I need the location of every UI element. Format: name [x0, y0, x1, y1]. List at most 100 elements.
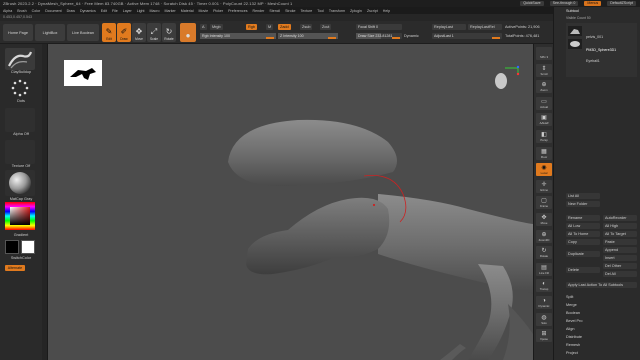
view-gizmo-button[interactable]: ✛ Gizmo: [536, 179, 552, 193]
visible-count[interactable]: Visible Count 50: [566, 16, 591, 20]
append-button[interactable]: Append: [603, 247, 637, 253]
view-transp-button[interactable]: ◐ Transp: [536, 279, 552, 293]
lightbox-button[interactable]: LightBox: [35, 24, 65, 41]
menu-zplugin[interactable]: Zplugin: [350, 9, 362, 13]
menu-material[interactable]: Material: [181, 9, 194, 13]
menu-document[interactable]: Document: [45, 9, 61, 13]
paste-button[interactable]: Paste: [603, 239, 637, 245]
brush-thumbnail[interactable]: [5, 48, 35, 70]
view-spix-3-button[interactable]: SPix 3: [536, 47, 552, 60]
boolean-section[interactable]: Boolean: [566, 311, 580, 315]
merge-section[interactable]: Merge: [566, 303, 577, 307]
viewport-canvas[interactable]: [48, 44, 533, 360]
axis-gizmo-icon[interactable]: [505, 67, 519, 74]
view-line-fill-button[interactable]: ▤ Line Fill: [536, 262, 552, 276]
all-low-button[interactable]: All Low: [566, 223, 600, 229]
menu-light[interactable]: Light: [137, 9, 145, 13]
insert-button[interactable]: Insert: [603, 255, 637, 261]
a-toggle[interactable]: A: [200, 24, 207, 30]
subtool-thumb-2[interactable]: [568, 39, 582, 49]
quicksave-button[interactable]: QuickSave: [520, 1, 544, 6]
secondary-color-swatch[interactable]: [21, 240, 35, 254]
view-floor-button[interactable]: ▦ Floor: [536, 146, 552, 160]
menu-file[interactable]: File: [112, 9, 118, 13]
subtool-item-pelvis[interactable]: pelvis_001: [586, 35, 603, 39]
menu-zscript[interactable]: Zscript: [367, 9, 378, 13]
view-persp-button[interactable]: ◧ Persp: [536, 130, 552, 143]
align-section[interactable]: Align: [566, 327, 574, 331]
material-thumbnail[interactable]: [5, 170, 35, 196]
menu-preferences[interactable]: Preferences: [228, 9, 247, 13]
see-through-slider[interactable]: See-through 0: [549, 1, 579, 6]
draw-tool-button[interactable]: ✐ Draw: [117, 23, 131, 42]
list-all-button[interactable]: List All: [566, 193, 600, 199]
switch-color-button[interactable]: SwitchColor: [0, 256, 42, 260]
menu-help[interactable]: Help: [383, 9, 390, 13]
bevel-pro-section[interactable]: Bevel Pro: [566, 319, 582, 323]
m-toggle[interactable]: M: [266, 24, 274, 30]
menus-button[interactable]: Menus: [584, 1, 602, 6]
subtool-item-sphere[interactable]: PM3D_Sphere3D1: [586, 48, 616, 52]
remesh-section[interactable]: Remesh: [566, 343, 580, 347]
distribute-section[interactable]: Distribute: [566, 335, 582, 339]
subtool-item-eyeball[interactable]: Eyeball1: [586, 59, 600, 63]
zcut-toggle[interactable]: Zcut: [320, 24, 332, 30]
duplicate-button[interactable]: Duplicate: [566, 251, 600, 257]
all-high-button[interactable]: All High: [603, 223, 637, 229]
autoreorder-button[interactable]: AutoReorder: [603, 215, 637, 221]
menu-stroke[interactable]: Stroke: [285, 9, 295, 13]
menu-stencil[interactable]: Stencil: [269, 9, 280, 13]
replay-last-button[interactable]: ReplayLast: [432, 24, 466, 30]
menu-color[interactable]: Color: [32, 9, 41, 13]
split-section[interactable]: Split: [566, 295, 573, 299]
rotate-tool-button[interactable]: ↻ Rotate: [162, 23, 176, 42]
view-move-button[interactable]: ✥ Move: [536, 213, 552, 226]
zsub-toggle[interactable]: Zsub: [300, 24, 313, 30]
dynamic-toggle[interactable]: Dynamic: [404, 34, 419, 38]
subtool-thumb-1[interactable]: [568, 26, 582, 36]
primary-color-swatch[interactable]: [5, 240, 19, 254]
menu-layer[interactable]: Layer: [123, 9, 132, 13]
menu-movie[interactable]: Movie: [199, 9, 209, 13]
project-section[interactable]: Project: [566, 351, 578, 355]
orientation-head-icon[interactable]: [495, 73, 507, 89]
draw-size-slider[interactable]: Draw Size 233.81281: [356, 33, 402, 39]
menu-picker[interactable]: Picker: [213, 9, 223, 13]
view-dynamic-button[interactable]: ◑ Dynamic: [536, 296, 552, 309]
view-rotate-button[interactable]: ↻ Rotate: [536, 246, 552, 260]
alpha-thumbnail[interactable]: [5, 108, 35, 132]
menu-texture[interactable]: Texture: [301, 9, 313, 13]
rename-button[interactable]: Rename: [566, 215, 600, 221]
menu-brush[interactable]: Brush: [17, 9, 26, 13]
texture-thumbnail[interactable]: [5, 140, 35, 164]
all-to-home-button[interactable]: All To Home: [566, 231, 600, 237]
menu-alpha[interactable]: Alpha: [3, 9, 12, 13]
menu-tool[interactable]: Tool: [317, 9, 324, 13]
stroke-thumbnail[interactable]: [5, 78, 35, 98]
rgb-intensity-slider[interactable]: Rgb Intensity 100: [200, 33, 276, 39]
subtool-header[interactable]: Subtool: [566, 9, 579, 13]
view-frame-button[interactable]: ▢ Frame: [536, 196, 552, 210]
sculpt-viewport[interactable]: [48, 44, 533, 360]
menu-render[interactable]: Render: [253, 9, 265, 13]
zadd-toggle[interactable]: Zadd: [278, 24, 291, 30]
replay-last-rel-button[interactable]: ReplayLastRel: [468, 24, 502, 30]
view-zoom3d-button[interactable]: ⊕ Zoom3D: [536, 229, 552, 243]
delete-button[interactable]: Delete: [566, 267, 600, 273]
rgb-toggle[interactable]: Rgb: [246, 24, 257, 30]
view-aahalf-button[interactable]: ▣ AAHalf: [536, 113, 552, 127]
menu-marker[interactable]: Marker: [165, 9, 176, 13]
live-boolean-button[interactable]: Live Boolean: [67, 24, 99, 41]
all-to-target-button[interactable]: All To Target: [603, 231, 637, 237]
move-tool-button[interactable]: ✥ Move: [132, 23, 146, 42]
z-intensity-slider[interactable]: Z Intensity 100: [278, 33, 338, 39]
view-xpose-button[interactable]: ⊞ Xpose: [536, 329, 552, 343]
default-zscript-button[interactable]: DefaultZScript: [607, 1, 636, 6]
menu-macro[interactable]: Macro: [150, 9, 160, 13]
view-actual-button[interactable]: ▭ Actual: [536, 96, 552, 110]
adjust-last-slider[interactable]: AdjustLast 1: [432, 33, 502, 39]
menu-transform[interactable]: Transform: [329, 9, 345, 13]
mrgb-toggle[interactable]: Mrgb: [210, 24, 223, 30]
scale-tool-button[interactable]: ⤢ Scale: [147, 23, 161, 42]
new-folder-button[interactable]: New Folder: [566, 201, 600, 207]
